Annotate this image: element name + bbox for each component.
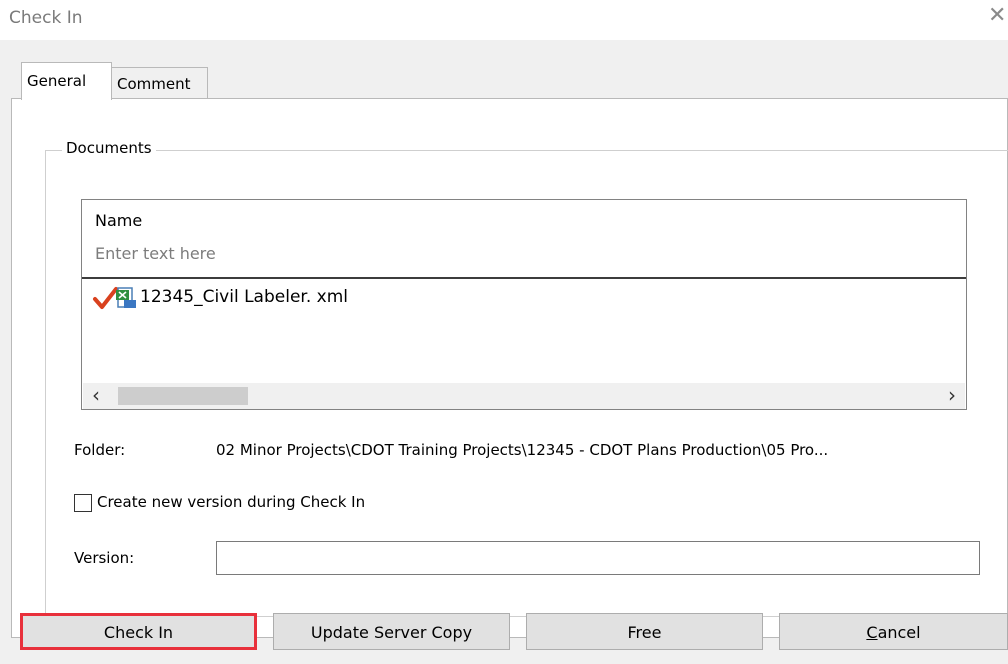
checkmark-icon — [93, 287, 118, 309]
header-divider — [82, 277, 966, 279]
folder-label: Folder: — [74, 441, 126, 459]
title-bar: Check In ✕ — [0, 0, 1008, 40]
folder-path: 02 Minor Projects\CDOT Training Projects… — [216, 441, 829, 459]
tab-general[interactable]: General — [21, 62, 112, 100]
create-version-checkbox[interactable] — [74, 494, 92, 512]
file-name: 12345_Civil Labeler. xml — [140, 287, 348, 307]
version-label: Version: — [74, 549, 135, 567]
general-tab-panel: Documents Name 12345_Civil Labeler. x — [11, 98, 1008, 638]
documents-list: Name 12345_Civil Labeler. xml — [81, 199, 967, 410]
scroll-thumb[interactable] — [118, 387, 248, 405]
horizontal-scrollbar[interactable]: ‹ › — [83, 383, 965, 409]
scroll-right-arrow-icon[interactable]: › — [939, 383, 965, 409]
xml-file-icon — [116, 287, 136, 308]
documents-group-label: Documents — [62, 139, 156, 157]
filter-input[interactable] — [95, 244, 595, 263]
window-title: Check In — [9, 8, 83, 28]
documents-groupbox: Documents Name 12345_Civil Labeler. x — [45, 139, 1008, 617]
cancel-label-rest: ancel — [877, 623, 921, 642]
update-server-copy-button[interactable]: Update Server Copy — [273, 613, 510, 650]
scroll-left-arrow-icon[interactable]: ‹ — [83, 383, 109, 409]
close-icon[interactable]: ✕ — [988, 5, 1006, 27]
check-in-dialog: General Comment Documents Name Enter tex… — [0, 40, 1008, 664]
cancel-button[interactable]: Cancel — [779, 613, 1008, 650]
list-item[interactable]: 12345_Civil Labeler. xml — [92, 286, 952, 312]
cancel-accelerator: C — [866, 623, 878, 642]
create-version-label[interactable]: Create new version during Check In — [97, 493, 365, 511]
free-button[interactable]: Free — [526, 613, 763, 650]
column-header-name[interactable]: Name — [95, 211, 142, 230]
version-input[interactable] — [216, 541, 980, 575]
tab-comment[interactable]: Comment — [112, 67, 208, 99]
check-in-button[interactable]: Check In — [20, 613, 257, 650]
